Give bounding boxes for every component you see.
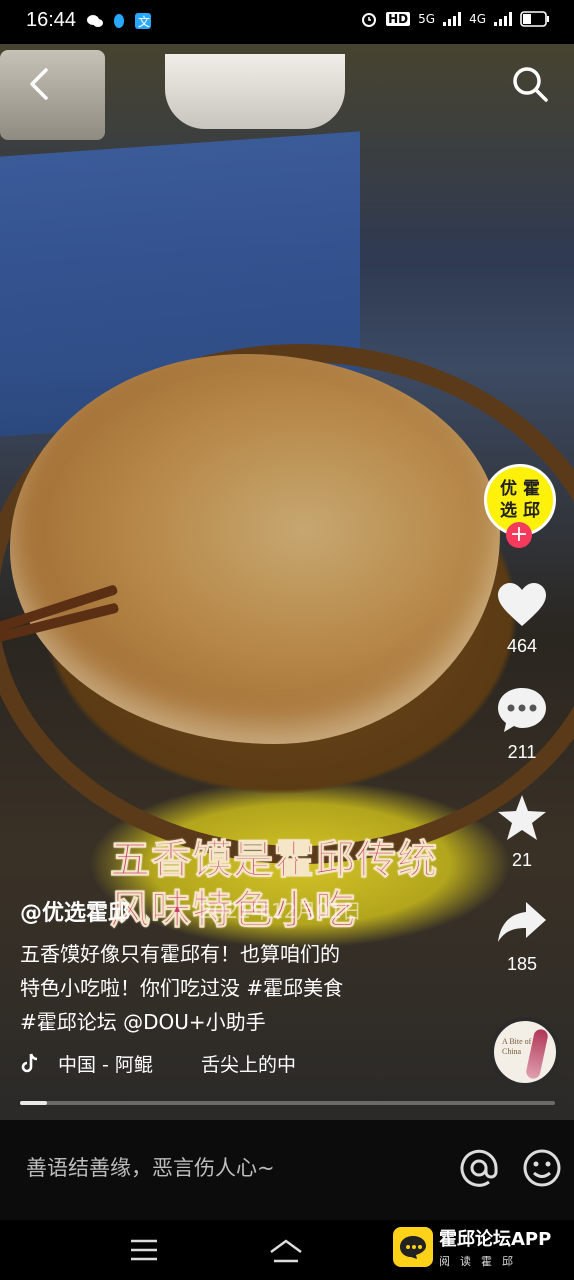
description-line: 五香馍好像只有霍邱有！也算咱们的 [20,942,340,966]
avatar-text-2: 选 邱 [500,501,540,521]
battery-icon [520,11,549,27]
favorite-button[interactable]: 21 [484,794,560,871]
chat-bubble-icon [400,1236,426,1259]
comment-input-bar[interactable]: 善语结善缘，恶言伤人心~ [0,1120,574,1220]
status-bar: 16:44 文 HD 5G 4G [0,0,574,44]
description-line[interactable]: #霍邱论坛 @DOU+小助手 [20,1005,450,1039]
music-title-scroll: 舌尖上的中 [200,1054,296,1076]
comment-placeholder[interactable]: 善语结善缘，恶言伤人心~ [26,1152,275,1182]
follow-plus-button[interactable]: + [506,522,532,548]
emoji-icon[interactable] [521,1147,563,1189]
progress-fill [20,1101,47,1105]
like-count: 464 [506,636,538,656]
qq-icon [114,14,124,28]
status-time: 16:44 [26,9,77,31]
favorite-count: 21 [511,850,533,870]
author-name[interactable]: @优选霍邱 [20,895,130,927]
star-icon [498,795,546,840]
at-mention-icon[interactable] [458,1147,500,1189]
share-count: 185 [506,954,538,974]
forum-watermark: 霍邱论坛APP 阅读霍邱 [393,1225,551,1269]
menu-icon[interactable] [126,1232,162,1268]
video-progress-bar[interactable] [20,1101,555,1105]
status-right: HD 5G 4G [360,10,550,28]
like-button[interactable]: 464 [484,582,560,657]
share-button[interactable]: 185 [484,900,560,975]
video-date: 2021年12月01日 [200,899,362,923]
caption-line-1: 五香馍是霍邱传统 [110,837,438,884]
post-description: 五香馍好像只有霍邱有！也算咱们的 特色小吃啦！你们吃过没 #霍邱美食 #霍邱论坛… [20,937,450,1039]
tiktok-note-icon [21,1053,38,1072]
disc-label: A Bite of China [502,1037,532,1056]
signal-icon-2 [494,12,512,26]
alarm-icon [362,13,377,27]
comment-icon [498,688,546,732]
search-icon[interactable] [508,62,552,106]
translate-icon: 文 [135,13,151,29]
comment-count: 211 [507,742,537,762]
music-info[interactable]: 中国 - 阿鲲 舌尖上的中 [20,1050,296,1077]
comment-button[interactable]: 211 [484,686,560,763]
watermark-subtitle: 阅读霍邱 [439,1255,523,1268]
svg-text:文: 文 [138,14,150,29]
description-line[interactable]: 特色小吃啦！你们吃过没 #霍邱美食 [20,971,450,1005]
heart-icon [498,583,546,626]
watermark-title: 霍邱论坛APP [439,1229,552,1250]
signal-icon [443,12,462,26]
home-icon[interactable] [268,1232,304,1268]
share-arrow-icon [498,902,546,942]
network-5g: 5G [418,12,436,26]
hd-badge: HD [386,12,411,26]
network-4g: 4G [469,12,486,26]
back-arrow-icon[interactable] [20,62,64,106]
music-disc[interactable]: A Bite of China [490,1017,560,1087]
avatar-text-1: 优 霍 [500,479,540,499]
white-basin [165,54,345,129]
forum-logo [393,1227,433,1267]
music-title: 中国 - 阿鲲 [58,1054,153,1076]
wechat-icon [87,15,103,27]
